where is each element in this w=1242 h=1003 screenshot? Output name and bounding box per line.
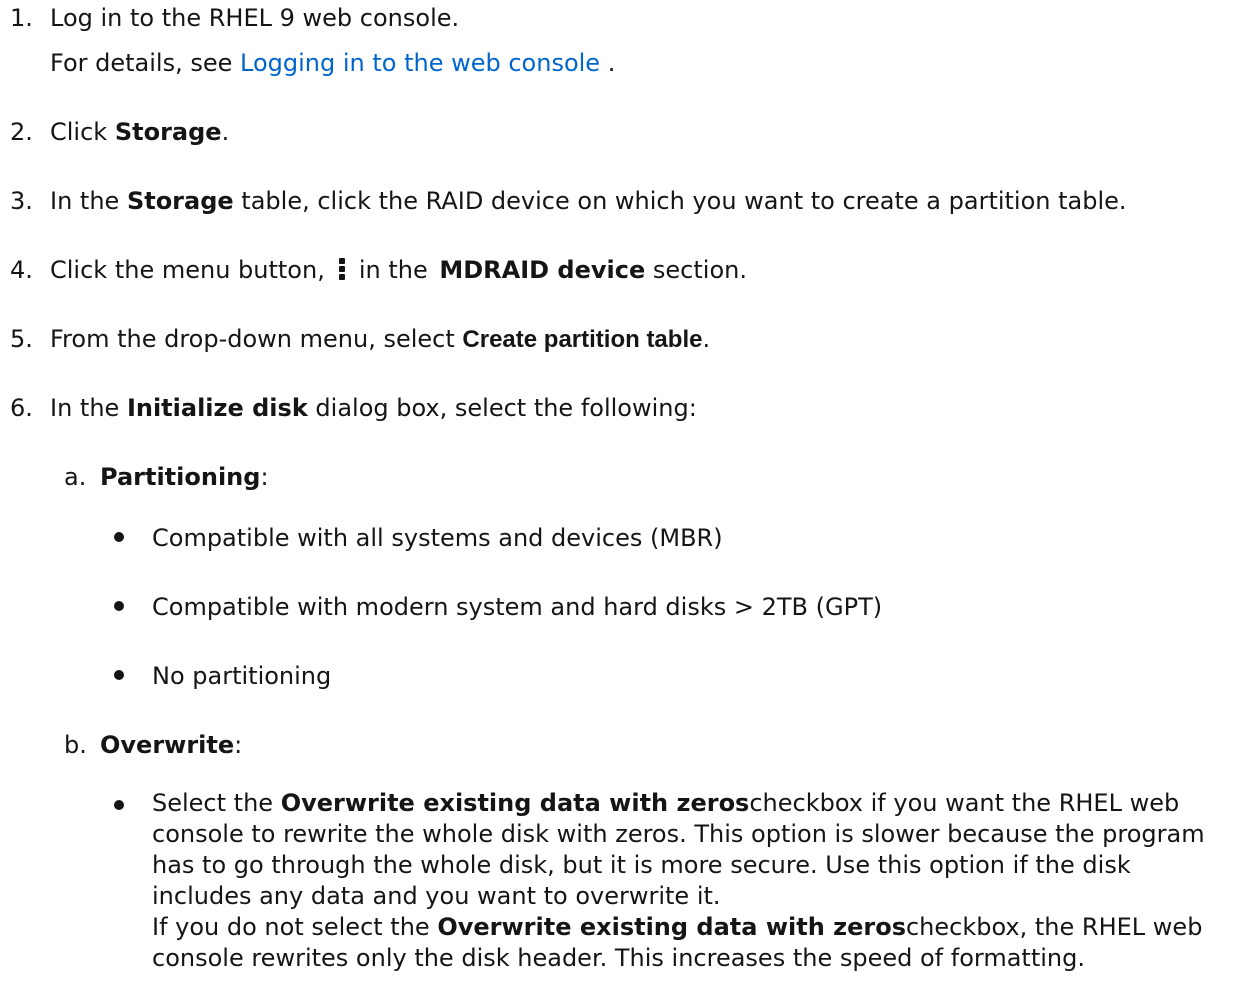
text-pre: If you do not select the xyxy=(152,913,438,941)
text-post: . xyxy=(221,118,230,146)
text-post: checkbox, the RHEL web xyxy=(905,913,1203,941)
substep-text: Overwrite: xyxy=(100,727,242,763)
step-number: 5. xyxy=(10,325,33,353)
logging-in-link[interactable]: Logging in to the web console xyxy=(240,49,600,77)
substep-number: b. xyxy=(64,731,87,759)
text-mid: in the xyxy=(358,256,436,284)
text-pre: In the xyxy=(50,187,127,215)
para-line: console rewrites only the disk header. T… xyxy=(152,944,1085,972)
step-number: 6. xyxy=(10,394,33,422)
step-text: Log in to the RHEL 9 web console. xyxy=(50,4,460,32)
text-post: section. xyxy=(645,256,747,284)
step-text: Click the menu button, in the MDRAID devi… xyxy=(50,252,747,288)
step-number: 2. xyxy=(10,118,33,146)
kebab-menu-icon xyxy=(338,258,345,280)
text-post: dialog box, select the following: xyxy=(307,394,697,422)
step-text: In the Storage table, click the RAID dev… xyxy=(50,183,1127,219)
ui-term-storage: Storage xyxy=(114,118,222,146)
step-number: 4. xyxy=(10,256,33,284)
step-text: Click Storage. xyxy=(50,114,229,150)
text-post: : xyxy=(234,731,243,759)
text-post: checkbox if you want the RHEL web xyxy=(749,789,1180,817)
ui-term-overwrite: Overwrite xyxy=(100,731,235,759)
bullet-text: Compatible with all systems and devices … xyxy=(152,524,723,552)
step-text: In the Initialize disk dialog box, selec… xyxy=(50,390,697,426)
ui-term-overwrite-checkbox: Overwrite existing data with zeros xyxy=(437,913,906,941)
para-line: includes any data and you want to overwr… xyxy=(152,882,721,910)
bullet-icon xyxy=(114,601,124,611)
text-post: table, click the RAID device on which yo… xyxy=(233,187,1127,215)
bullet-icon xyxy=(114,670,124,680)
ui-term-overwrite-checkbox: Overwrite existing data with zeros xyxy=(280,789,750,817)
text-pre: From the drop-down menu, select xyxy=(50,325,463,353)
text-pre: In the xyxy=(50,394,127,422)
details-prefix: For details, see xyxy=(50,49,241,77)
text-pre: Select the xyxy=(152,789,281,817)
para-line: If you do not select the Overwrite exist… xyxy=(152,912,1237,943)
ui-term-storage: Storage xyxy=(126,187,234,215)
substep-number: a. xyxy=(64,463,87,491)
details-suffix: . xyxy=(600,49,616,77)
ui-term-create-partition-table: Create partition table xyxy=(462,326,703,353)
text-pre: Click the menu button, xyxy=(50,256,325,284)
bullet-icon xyxy=(114,800,124,810)
ui-term-mdraid-device: MDRAID device xyxy=(439,256,646,284)
substep-text: Partitioning: xyxy=(100,459,269,495)
ui-term-initialize-disk: Initialize disk xyxy=(126,394,308,422)
para-line: Select the Overwrite existing data with … xyxy=(152,788,1237,819)
step-text: From the drop-down menu, select Create p… xyxy=(50,321,710,358)
para-line: console to rewrite the whole disk with z… xyxy=(152,820,1205,848)
step-number: 1. xyxy=(10,4,33,32)
step-details-line: For details, see Logging in to the web c… xyxy=(50,45,615,81)
text-pre: Click xyxy=(50,118,115,146)
para-line: has to go through the whole disk, but it… xyxy=(152,851,1131,879)
bullet-text: Compatible with modern system and hard d… xyxy=(152,593,883,621)
step-number: 3. xyxy=(10,187,33,215)
bullet-text: No partitioning xyxy=(152,662,332,690)
text-post: : xyxy=(260,463,269,491)
ui-term-partitioning: Partitioning xyxy=(100,463,261,491)
text-post: . xyxy=(702,325,711,353)
bullet-icon xyxy=(114,532,124,542)
overwrite-description: Select the Overwrite existing data with … xyxy=(152,788,1237,974)
